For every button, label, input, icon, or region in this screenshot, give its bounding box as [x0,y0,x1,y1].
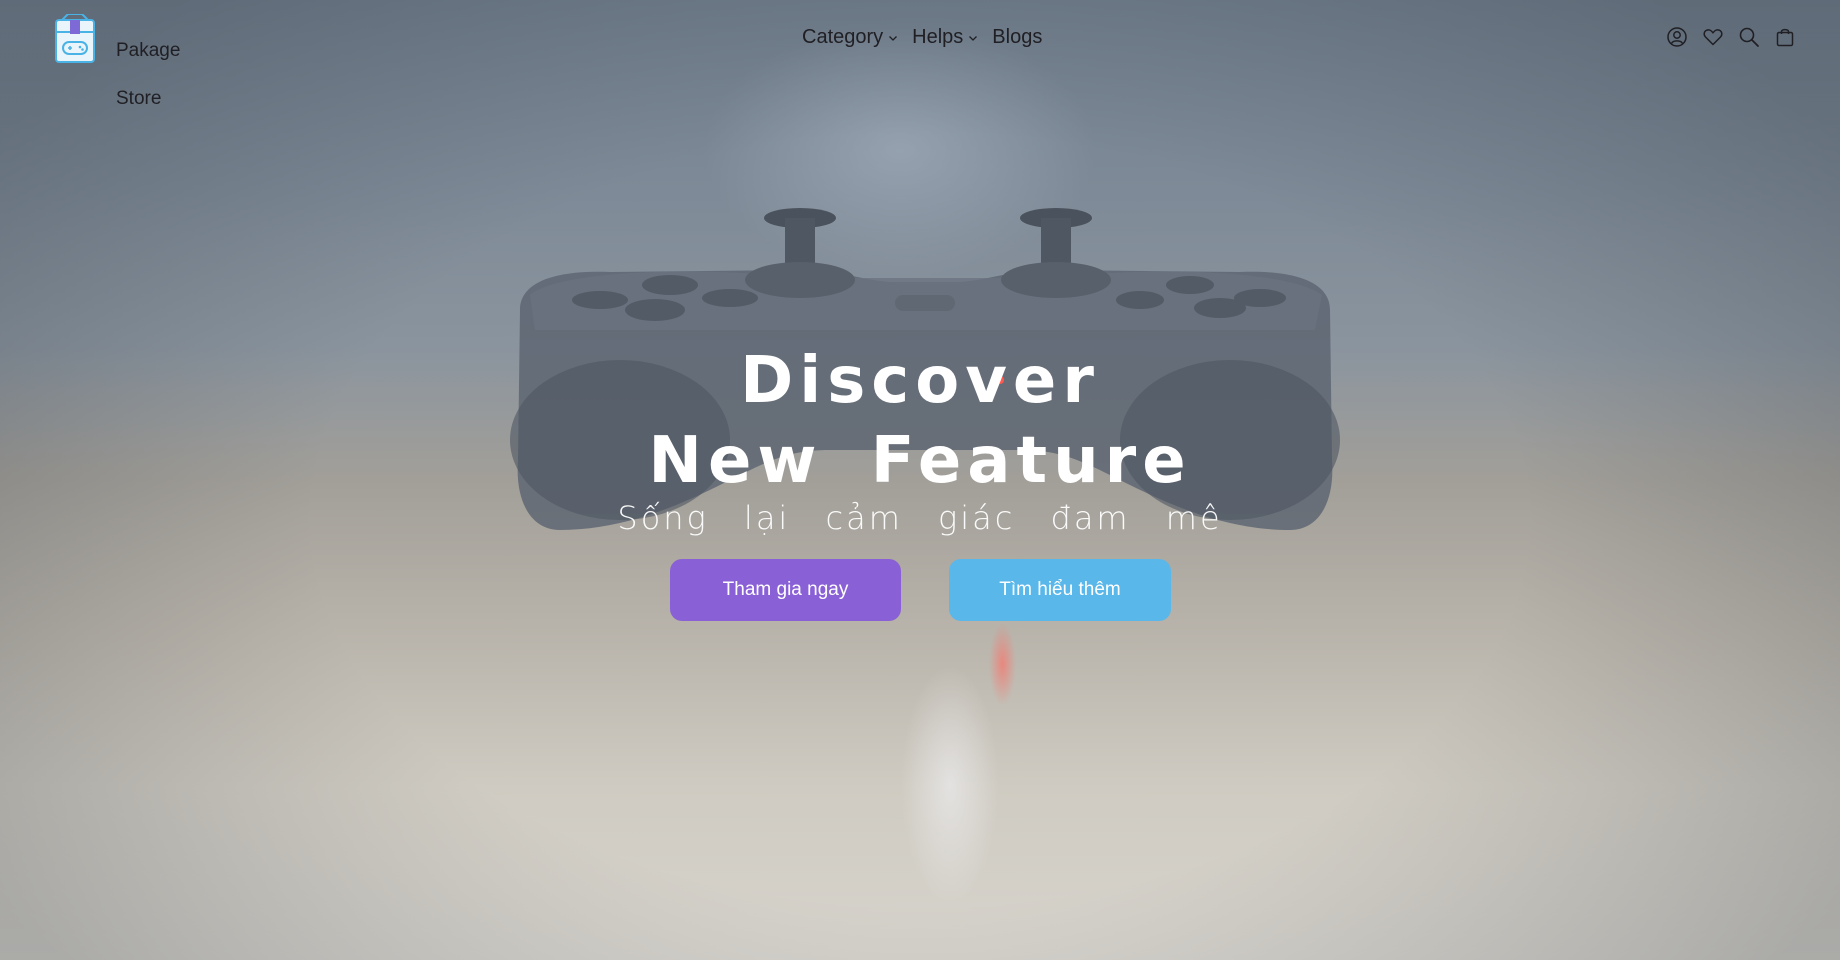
search-icon[interactable] [1738,26,1760,48]
chevron-down-icon [889,35,898,41]
nav-item-blogs[interactable]: Blogs [992,26,1042,49]
hero-title-line2: New Feature [648,424,1192,498]
chevron-down-icon [969,35,978,41]
brand-name-line2: Store [116,88,162,109]
gamepad-box-icon[interactable] [54,14,96,64]
site-header: Pakage Store Category Helps Blogs [0,0,1840,109]
heart-icon[interactable] [1702,26,1724,48]
nav-item-label: Blogs [992,26,1043,48]
nav-item-category[interactable]: Category [802,26,898,49]
user-icon[interactable] [1666,26,1688,48]
brand-name-line1: Pakage [116,40,181,61]
shopping-bag-icon[interactable] [1774,26,1796,48]
learn-more-button[interactable]: Tìm hiểu thêm [949,559,1171,621]
header-icons [1666,26,1796,48]
nav-item-label: Category [802,26,884,48]
hero-subtitle: Sống lại cảm giác đam mê [617,499,1223,537]
brand-name[interactable]: Pakage Store [116,15,216,135]
main-nav: Category Helps Blogs [802,26,1056,49]
hero-title-line1: Discover [740,344,1100,418]
join-now-button[interactable]: Tham gia ngay [670,559,901,621]
nav-item-label: Helps [912,26,964,48]
nav-item-helps[interactable]: Helps [912,26,978,49]
